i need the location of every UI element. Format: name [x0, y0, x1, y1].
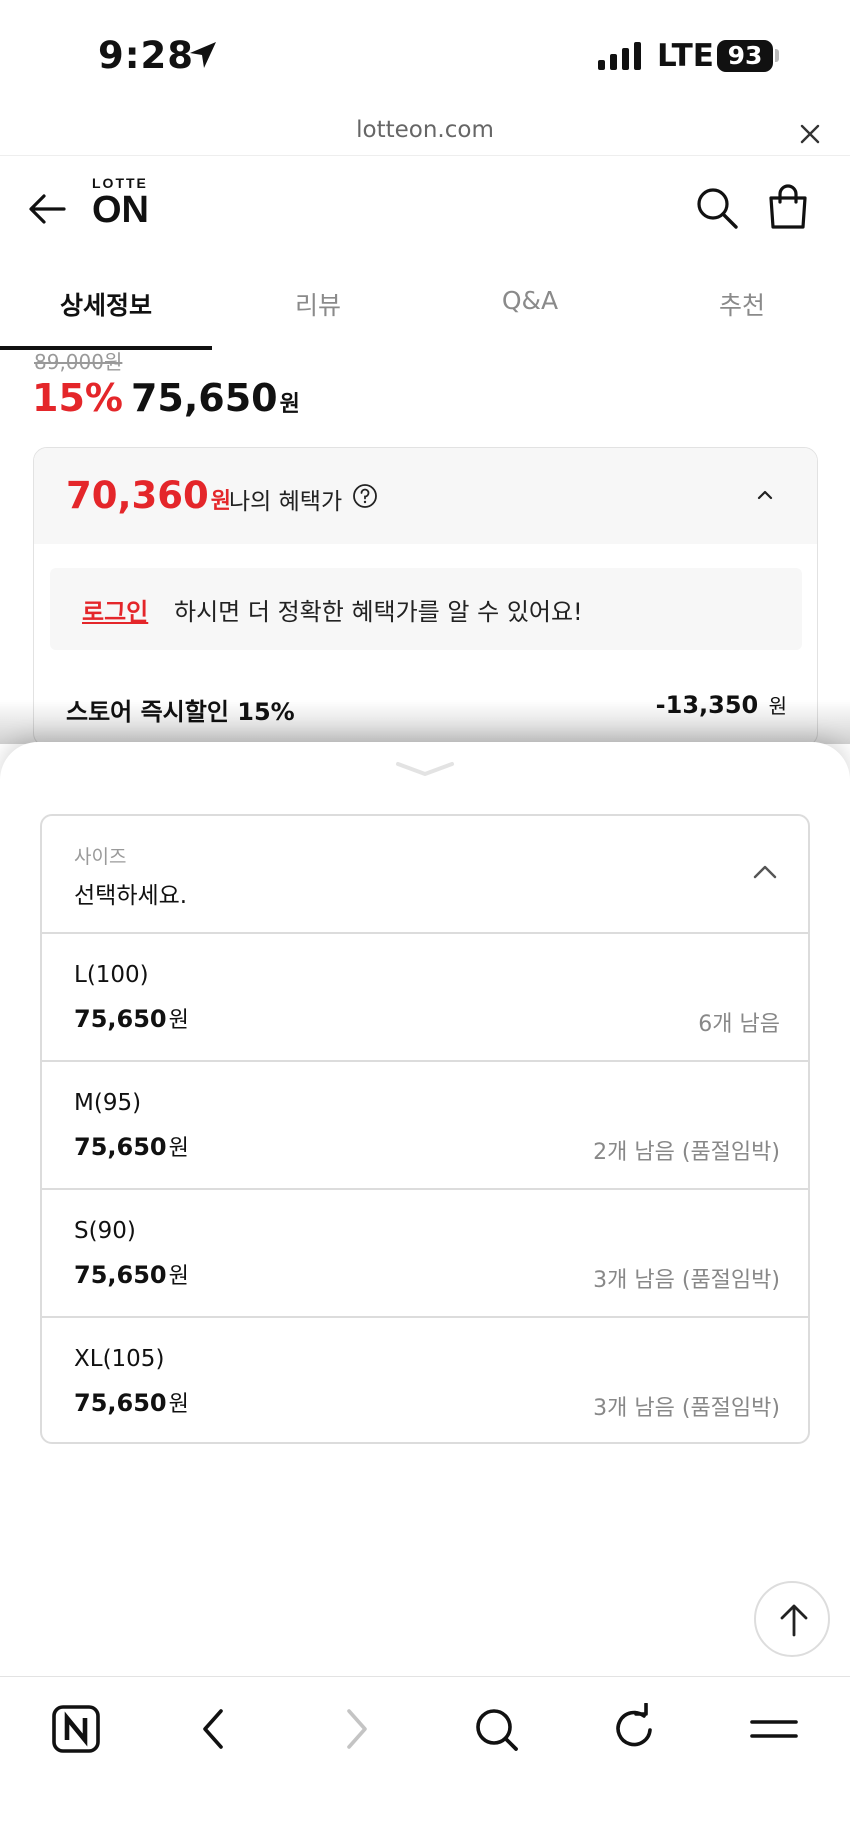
sheet-backdrop-shadow: [0, 700, 850, 744]
option-name: L(100): [74, 962, 149, 988]
option-price: 75,650원: [74, 1258, 189, 1290]
refresh-icon[interactable]: [608, 1703, 660, 1755]
sale-price-unit: 원: [279, 392, 300, 417]
option-stock: 3개 남음 (품절임박): [593, 1396, 780, 1421]
question-help-icon[interactable]: [352, 483, 378, 509]
login-link[interactable]: 로그인: [82, 592, 148, 627]
battery-tip: [775, 49, 779, 62]
logo-bottom-text: ON: [92, 189, 149, 231]
chevron-up-icon[interactable]: [752, 862, 778, 880]
chevron-up-icon[interactable]: [754, 486, 776, 504]
price-row: 15% 75,650 원: [32, 376, 300, 420]
benefit-header[interactable]: 70,360원 나의 혜택가: [34, 448, 817, 544]
battery-level: 93: [717, 40, 773, 72]
location-arrow-icon: [190, 42, 216, 68]
benefit-price: 70,360원: [66, 474, 231, 517]
search-icon[interactable]: [470, 1703, 522, 1755]
size-placeholder: 선택하세요.: [74, 883, 188, 909]
option-stock: 6개 남음: [698, 1012, 780, 1037]
option-price-unit: 원: [168, 1008, 189, 1033]
cellular-signal-icon: [598, 42, 641, 70]
option-price: 75,650원: [74, 1130, 189, 1162]
size-label: 사이즈: [74, 846, 127, 868]
discount-rate: 15%: [32, 376, 123, 420]
size-select-header[interactable]: 사이즈 선택하세요.: [42, 816, 808, 934]
app-header: LOTTE ON: [0, 157, 850, 267]
size-option-l100[interactable]: L(100) 75,650원 6개 남음: [42, 934, 808, 1062]
benefit-price-value: 70,360: [66, 474, 209, 517]
tab-detail[interactable]: 상세정보: [0, 286, 212, 322]
back-icon[interactable]: [188, 1703, 240, 1755]
login-notice: 로그인 하시면 더 정확한 혜택가를 알 수 있어요!: [50, 568, 802, 650]
tab-review[interactable]: 리뷰: [212, 286, 424, 322]
option-name: M(95): [74, 1090, 142, 1116]
naver-home-icon[interactable]: [50, 1703, 102, 1755]
benefit-price-unit: 원: [210, 489, 232, 514]
option-stock: 2개 남음 (품절임박): [593, 1140, 780, 1165]
scroll-top-button[interactable]: [754, 1581, 830, 1657]
original-price: 89,000원: [34, 350, 123, 374]
option-price-value: 75,650: [74, 1389, 167, 1417]
url-text[interactable]: lotteon.com: [0, 117, 850, 143]
option-price-value: 75,650: [74, 1005, 167, 1033]
size-option-dropdown: 사이즈 선택하세요. L(100) 75,650원 6개 남음 M(95) 75…: [40, 814, 810, 1444]
sale-price: 75,650: [130, 376, 278, 420]
product-page: 9:28 LTE 93 lotteon.com LOTTE ON 상세정보 리뷰…: [0, 0, 850, 1842]
option-price-unit: 원: [168, 1136, 189, 1161]
search-icon[interactable]: [694, 185, 740, 231]
menu-icon[interactable]: [748, 1703, 800, 1755]
size-option-m95[interactable]: M(95) 75,650원 2개 남음 (품절임박): [42, 1062, 808, 1190]
size-option-s90[interactable]: S(90) 75,650원 3개 남음 (품절임박): [42, 1190, 808, 1318]
option-price-unit: 원: [168, 1392, 189, 1417]
close-icon[interactable]: [797, 121, 823, 147]
option-price: 75,650원: [74, 1002, 189, 1034]
back-arrow-icon[interactable]: [26, 187, 70, 231]
tab-qna[interactable]: Q&A: [424, 286, 636, 315]
chevron-down-icon[interactable]: [394, 760, 456, 778]
network-type: LTE: [657, 38, 714, 74]
option-price-unit: 원: [168, 1264, 189, 1289]
benefit-label: 나의 혜택가: [229, 489, 343, 515]
status-bar: 9:28 LTE 93: [0, 0, 850, 112]
option-price-value: 75,650: [74, 1261, 167, 1289]
lotte-on-logo[interactable]: LOTTE ON: [92, 175, 149, 229]
size-option-xl105[interactable]: XL(105) 75,650원 3개 남음 (품절임박): [42, 1318, 808, 1442]
login-message: 하시면 더 정확한 혜택가를 알 수 있어요!: [174, 598, 583, 626]
shopping-bag-icon[interactable]: [766, 183, 810, 231]
option-name: S(90): [74, 1218, 136, 1244]
forward-icon[interactable]: [330, 1703, 382, 1755]
option-name: XL(105): [74, 1346, 165, 1372]
arrow-up-icon: [780, 1604, 808, 1637]
url-bar[interactable]: lotteon.com: [0, 112, 850, 156]
option-price-value: 75,650: [74, 1133, 167, 1161]
browser-toolbar: [0, 1676, 850, 1842]
option-stock: 3개 남음 (품절임박): [593, 1268, 780, 1293]
option-price: 75,650원: [74, 1386, 189, 1418]
tab-recommend[interactable]: 추천: [636, 286, 848, 322]
status-time: 9:28: [98, 34, 195, 77]
product-tabs: 상세정보 리뷰 Q&A 추천: [0, 268, 850, 350]
